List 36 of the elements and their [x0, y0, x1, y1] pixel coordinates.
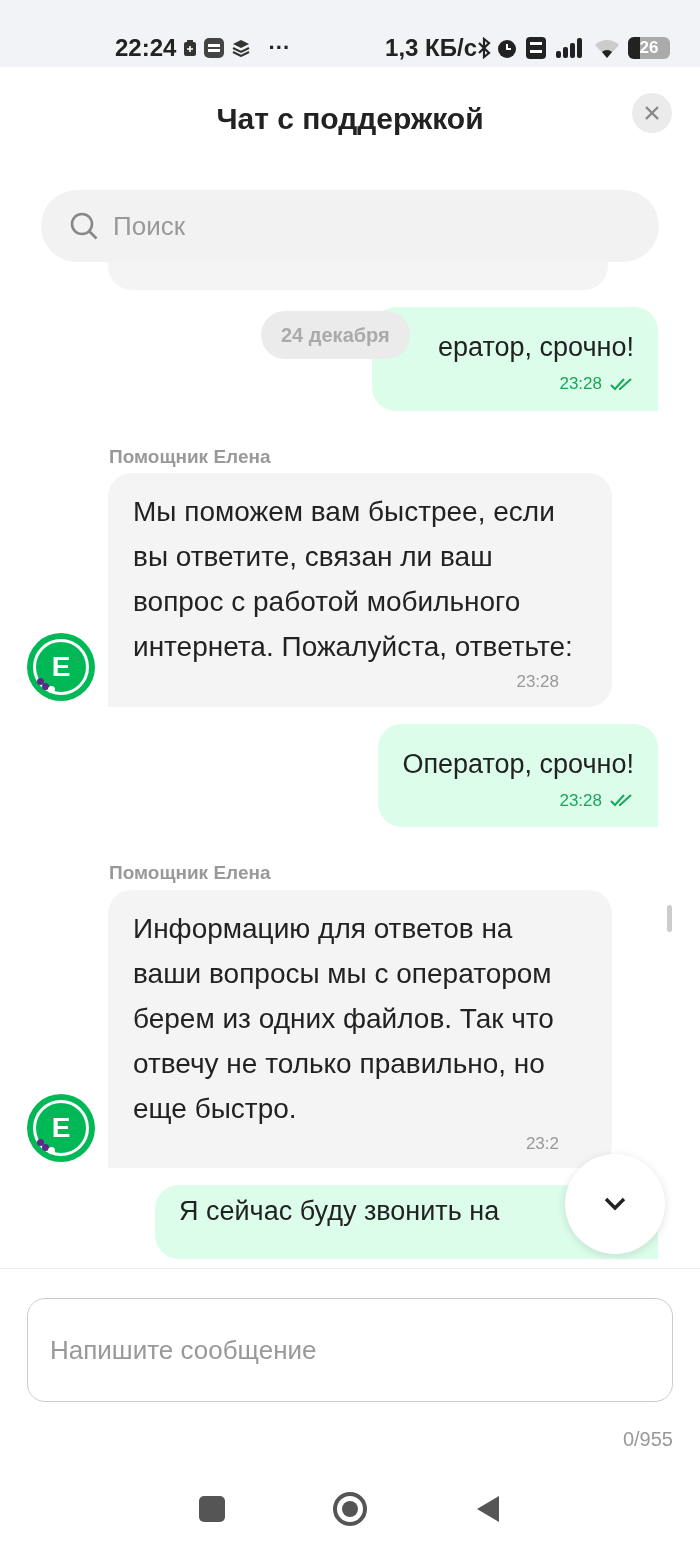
- sender-name: Помощник Елена: [109, 861, 271, 885]
- character-counter: 0/955: [622, 1427, 673, 1452]
- battery-plus-icon: [184, 39, 197, 56]
- search-icon: [69, 211, 99, 241]
- message-text: ератор, срочно!: [438, 331, 634, 364]
- close-button[interactable]: [632, 93, 672, 133]
- avatar: E: [27, 632, 95, 701]
- status-time: 22:24: [115, 32, 177, 63]
- wifi-icon: [594, 37, 620, 58]
- avatar: E: [27, 1094, 95, 1162]
- chat-title: Чат с поддержкой: [216, 101, 484, 137]
- message-text: Мы поможем вам быстрее, если вы ответите, связан ли ваш вопрос с работой мобильного интернета. Пожалуйста, ответьте:: [133, 495, 573, 664]
- recents-button[interactable]: [199, 1496, 225, 1522]
- message-time: 23:2: [525, 1132, 559, 1155]
- bluetooth-icon: [477, 36, 491, 59]
- app-icon: [204, 37, 225, 58]
- message-field[interactable]: Напишите сообщение: [27, 1298, 673, 1402]
- back-button[interactable]: [475, 1494, 501, 1524]
- network-speed: 1,3 КБ/с: [385, 32, 477, 63]
- layers-icon: [232, 38, 251, 57]
- battery-indicator: 26: [628, 36, 670, 59]
- message-time: 23:28: [516, 671, 559, 693]
- message-time: 23:28: [559, 373, 602, 395]
- signal-icon: [556, 37, 584, 58]
- message-text: Оператор, срочно!: [402, 747, 634, 781]
- scrollbar: [667, 905, 672, 932]
- sender-name: Помощник Елена: [109, 444, 271, 469]
- date-badge: 24 декабря: [261, 311, 410, 359]
- more-indicator: ···: [268, 34, 291, 62]
- close-icon: [643, 104, 661, 122]
- message-text: Информацию для ответов на ваши вопросы мы с оператором берем из одних файлов. Так что отвечу не только правильно, но еще быстро.: [133, 911, 555, 1126]
- message-time: 23:28: [559, 789, 602, 812]
- chevron-down-icon: [604, 1197, 626, 1211]
- message-text: Я сейчас буду звонить на: [179, 1195, 500, 1228]
- search-field[interactable]: Поиск: [41, 190, 659, 262]
- home-button[interactable]: [333, 1492, 367, 1526]
